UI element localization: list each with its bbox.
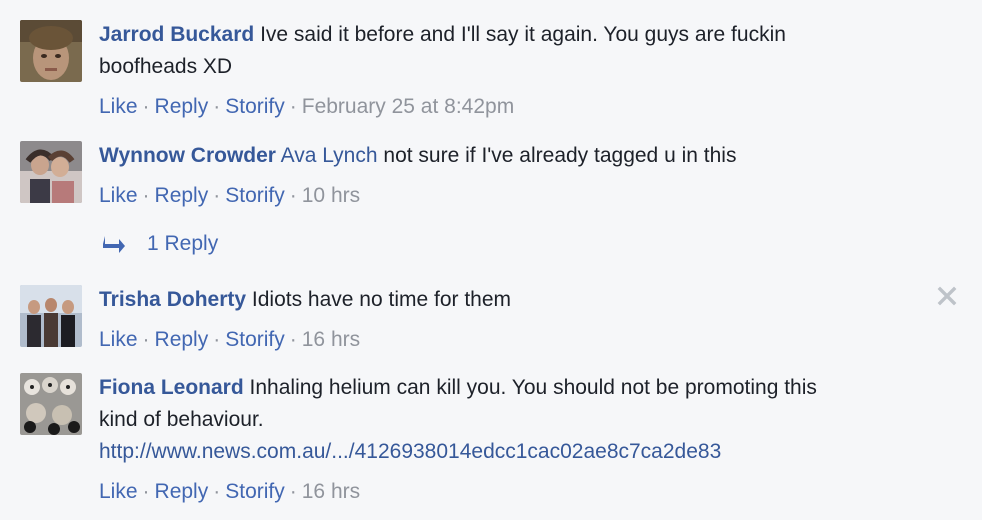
separator: · [213, 328, 221, 351]
reply-link[interactable]: Reply [155, 480, 209, 503]
storify-link[interactable]: Storify [225, 184, 285, 207]
comment-body-cont: boofheads XD [99, 55, 233, 78]
separator: · [289, 95, 297, 118]
comment-timestamp[interactable]: 16 hrs [302, 328, 360, 351]
replies-count[interactable]: 1 Reply [147, 228, 218, 260]
separator: · [213, 95, 221, 118]
avatar[interactable] [20, 373, 82, 435]
reply-arrow-icon [103, 236, 125, 253]
view-replies-link[interactable]: 1 Reply [103, 228, 218, 260]
comment-body-cont: kind of behaviour. [99, 408, 264, 431]
like-link[interactable]: Like [99, 95, 138, 118]
comment-timestamp[interactable]: 16 hrs [302, 480, 360, 503]
comment-text: Trisha Doherty Idiots have no time for t… [99, 284, 922, 316]
separator: · [142, 480, 150, 503]
avatar[interactable] [20, 285, 82, 347]
reply-link[interactable]: Reply [155, 184, 209, 207]
like-link[interactable]: Like [99, 184, 138, 207]
separator: · [142, 328, 150, 351]
separator: · [213, 184, 221, 207]
separator: · [289, 328, 297, 351]
avatar[interactable] [20, 141, 82, 203]
like-link[interactable]: Like [99, 328, 138, 351]
comment-body: not sure if I've already tagged u in thi… [383, 144, 737, 167]
comment-author[interactable]: Wynnow Crowder [99, 144, 276, 167]
comment-text: Jarrod Buckard Ive said it before and I'… [99, 19, 922, 83]
comment-text: Fiona Leonard Inhaling helium can kill y… [99, 372, 922, 468]
separator: · [289, 480, 297, 503]
mention-tag[interactable]: Ava Lynch [281, 144, 378, 167]
comment-text: Wynnow Crowder Ava Lynch not sure if I'v… [99, 140, 922, 172]
separator: · [213, 480, 221, 503]
reply-link[interactable]: Reply [155, 95, 209, 118]
avatar[interactable] [20, 20, 82, 82]
comment-actions: Like · Reply · Storify · 10 hrs [99, 180, 922, 212]
separator: · [142, 95, 150, 118]
comment-timestamp[interactable]: February 25 at 8:42pm [302, 95, 514, 118]
storify-link[interactable]: Storify [225, 480, 285, 503]
comment-body: Idiots have no time for them [251, 288, 512, 311]
comment-body: Ive said it before and I'll say it again… [260, 23, 786, 46]
comment-url-link[interactable]: http://www.news.com.au/.../4126938014edc… [99, 436, 721, 468]
comment-actions: Like · Reply · Storify · 16 hrs [99, 324, 922, 356]
storify-link[interactable]: Storify [225, 95, 285, 118]
storify-link[interactable]: Storify [225, 328, 285, 351]
comment-body: Inhaling helium can kill you. You should… [249, 376, 817, 399]
like-link[interactable]: Like [99, 480, 138, 503]
separator: · [142, 184, 150, 207]
comment-author[interactable]: Jarrod Buckard [99, 23, 254, 46]
comment-author[interactable]: Trisha Doherty [99, 288, 246, 311]
separator: · [289, 184, 297, 207]
close-icon[interactable] [935, 284, 959, 308]
comment-author[interactable]: Fiona Leonard [99, 376, 244, 399]
comment-timestamp[interactable]: 10 hrs [302, 184, 360, 207]
reply-link[interactable]: Reply [155, 328, 209, 351]
comment-actions: Like · Reply · Storify · 16 hrs [99, 476, 922, 508]
comment-actions: Like · Reply · Storify · February 25 at 8:42pm [99, 91, 922, 123]
